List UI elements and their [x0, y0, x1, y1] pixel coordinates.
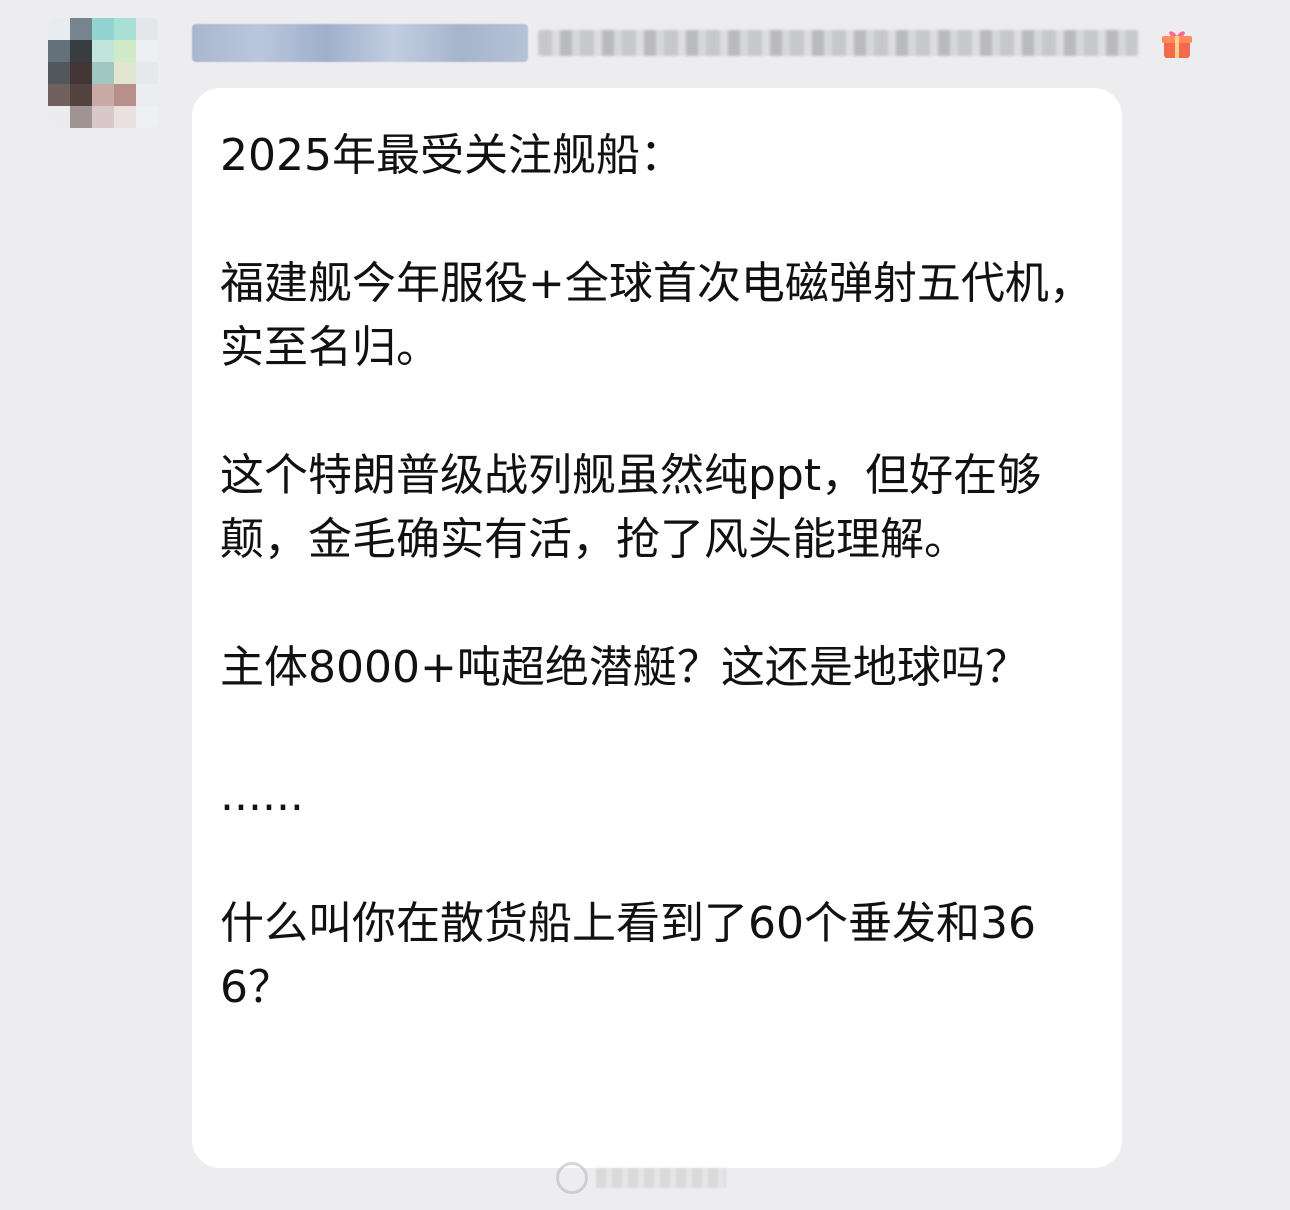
avatar-tile: [92, 106, 114, 128]
avatar-tile: [136, 84, 158, 106]
avatar-tile: [48, 18, 70, 40]
avatar-tile: [70, 62, 92, 84]
avatar[interactable]: [48, 18, 158, 128]
avatar-tile: [92, 62, 114, 84]
avatar-tile: [48, 84, 70, 106]
avatar-tile: [114, 84, 136, 106]
message-paragraph: 这个特朗普级战列舰虽然纯ppt，但好在够颠，金毛确实有活，抢了风头能理解。: [220, 450, 1042, 565]
sender-line: [192, 22, 1194, 64]
avatar-tile: [136, 106, 158, 128]
message-paragraph: ......: [220, 770, 304, 821]
avatar-tile: [70, 84, 92, 106]
avatar-tile: [114, 40, 136, 62]
sender-meta: [538, 30, 1138, 56]
avatar-tile: [114, 106, 136, 128]
message-paragraph: 主体8000+吨超绝潜艇？这还是地球吗？: [220, 642, 1029, 693]
avatar-tile: [92, 18, 114, 40]
message-paragraph: 什么叫你在散货船上看到了60个垂发和366？: [220, 898, 1036, 1013]
message-paragraph: 福建舰今年服役+全球首次电磁弹射五代机，实至名归。: [220, 258, 1093, 373]
avatar-tile: [114, 62, 136, 84]
avatar-tile: [70, 106, 92, 128]
avatar-tile: [114, 18, 136, 40]
watermark-text: [596, 1168, 726, 1188]
avatar-tile: [48, 62, 70, 84]
avatar-tile: [136, 62, 158, 84]
avatar-tile: [48, 106, 70, 128]
avatar-tile: [92, 84, 114, 106]
avatar-tile: [136, 18, 158, 40]
sender-name[interactable]: [192, 24, 528, 62]
avatar-tile: [70, 40, 92, 62]
avatar-tile: [48, 40, 70, 62]
watermark-logo-icon: [556, 1162, 588, 1194]
message-paragraph: 2025年最受关注舰船：: [220, 130, 684, 181]
avatar-tile: [70, 18, 92, 40]
avatar-tile: [136, 40, 158, 62]
avatar-tile: [92, 40, 114, 62]
message-bubble[interactable]: 2025年最受关注舰船： 福建舰今年服役+全球首次电磁弹射五代机，实至名归。 这…: [192, 88, 1122, 1168]
gift-icon[interactable]: [1160, 26, 1194, 60]
watermark: [556, 1160, 736, 1196]
